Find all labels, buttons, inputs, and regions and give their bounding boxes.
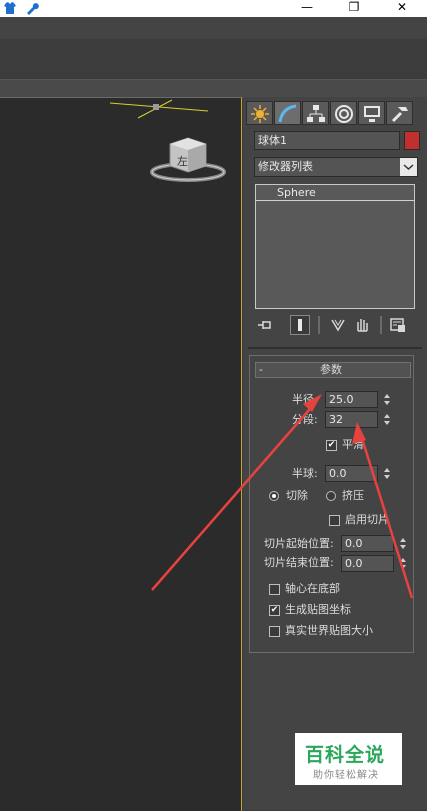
watermark-logo: 百科全说 助你轻松解决 xyxy=(295,733,402,785)
arrowhead-radius xyxy=(303,394,322,412)
annotation-arrows xyxy=(151,394,414,599)
watermark-subtitle: 助你轻松解决 xyxy=(313,770,379,781)
arrow-to-segments xyxy=(358,431,414,599)
watermark-title: 百科全说 xyxy=(305,744,386,766)
arrow-to-radius xyxy=(151,401,317,591)
